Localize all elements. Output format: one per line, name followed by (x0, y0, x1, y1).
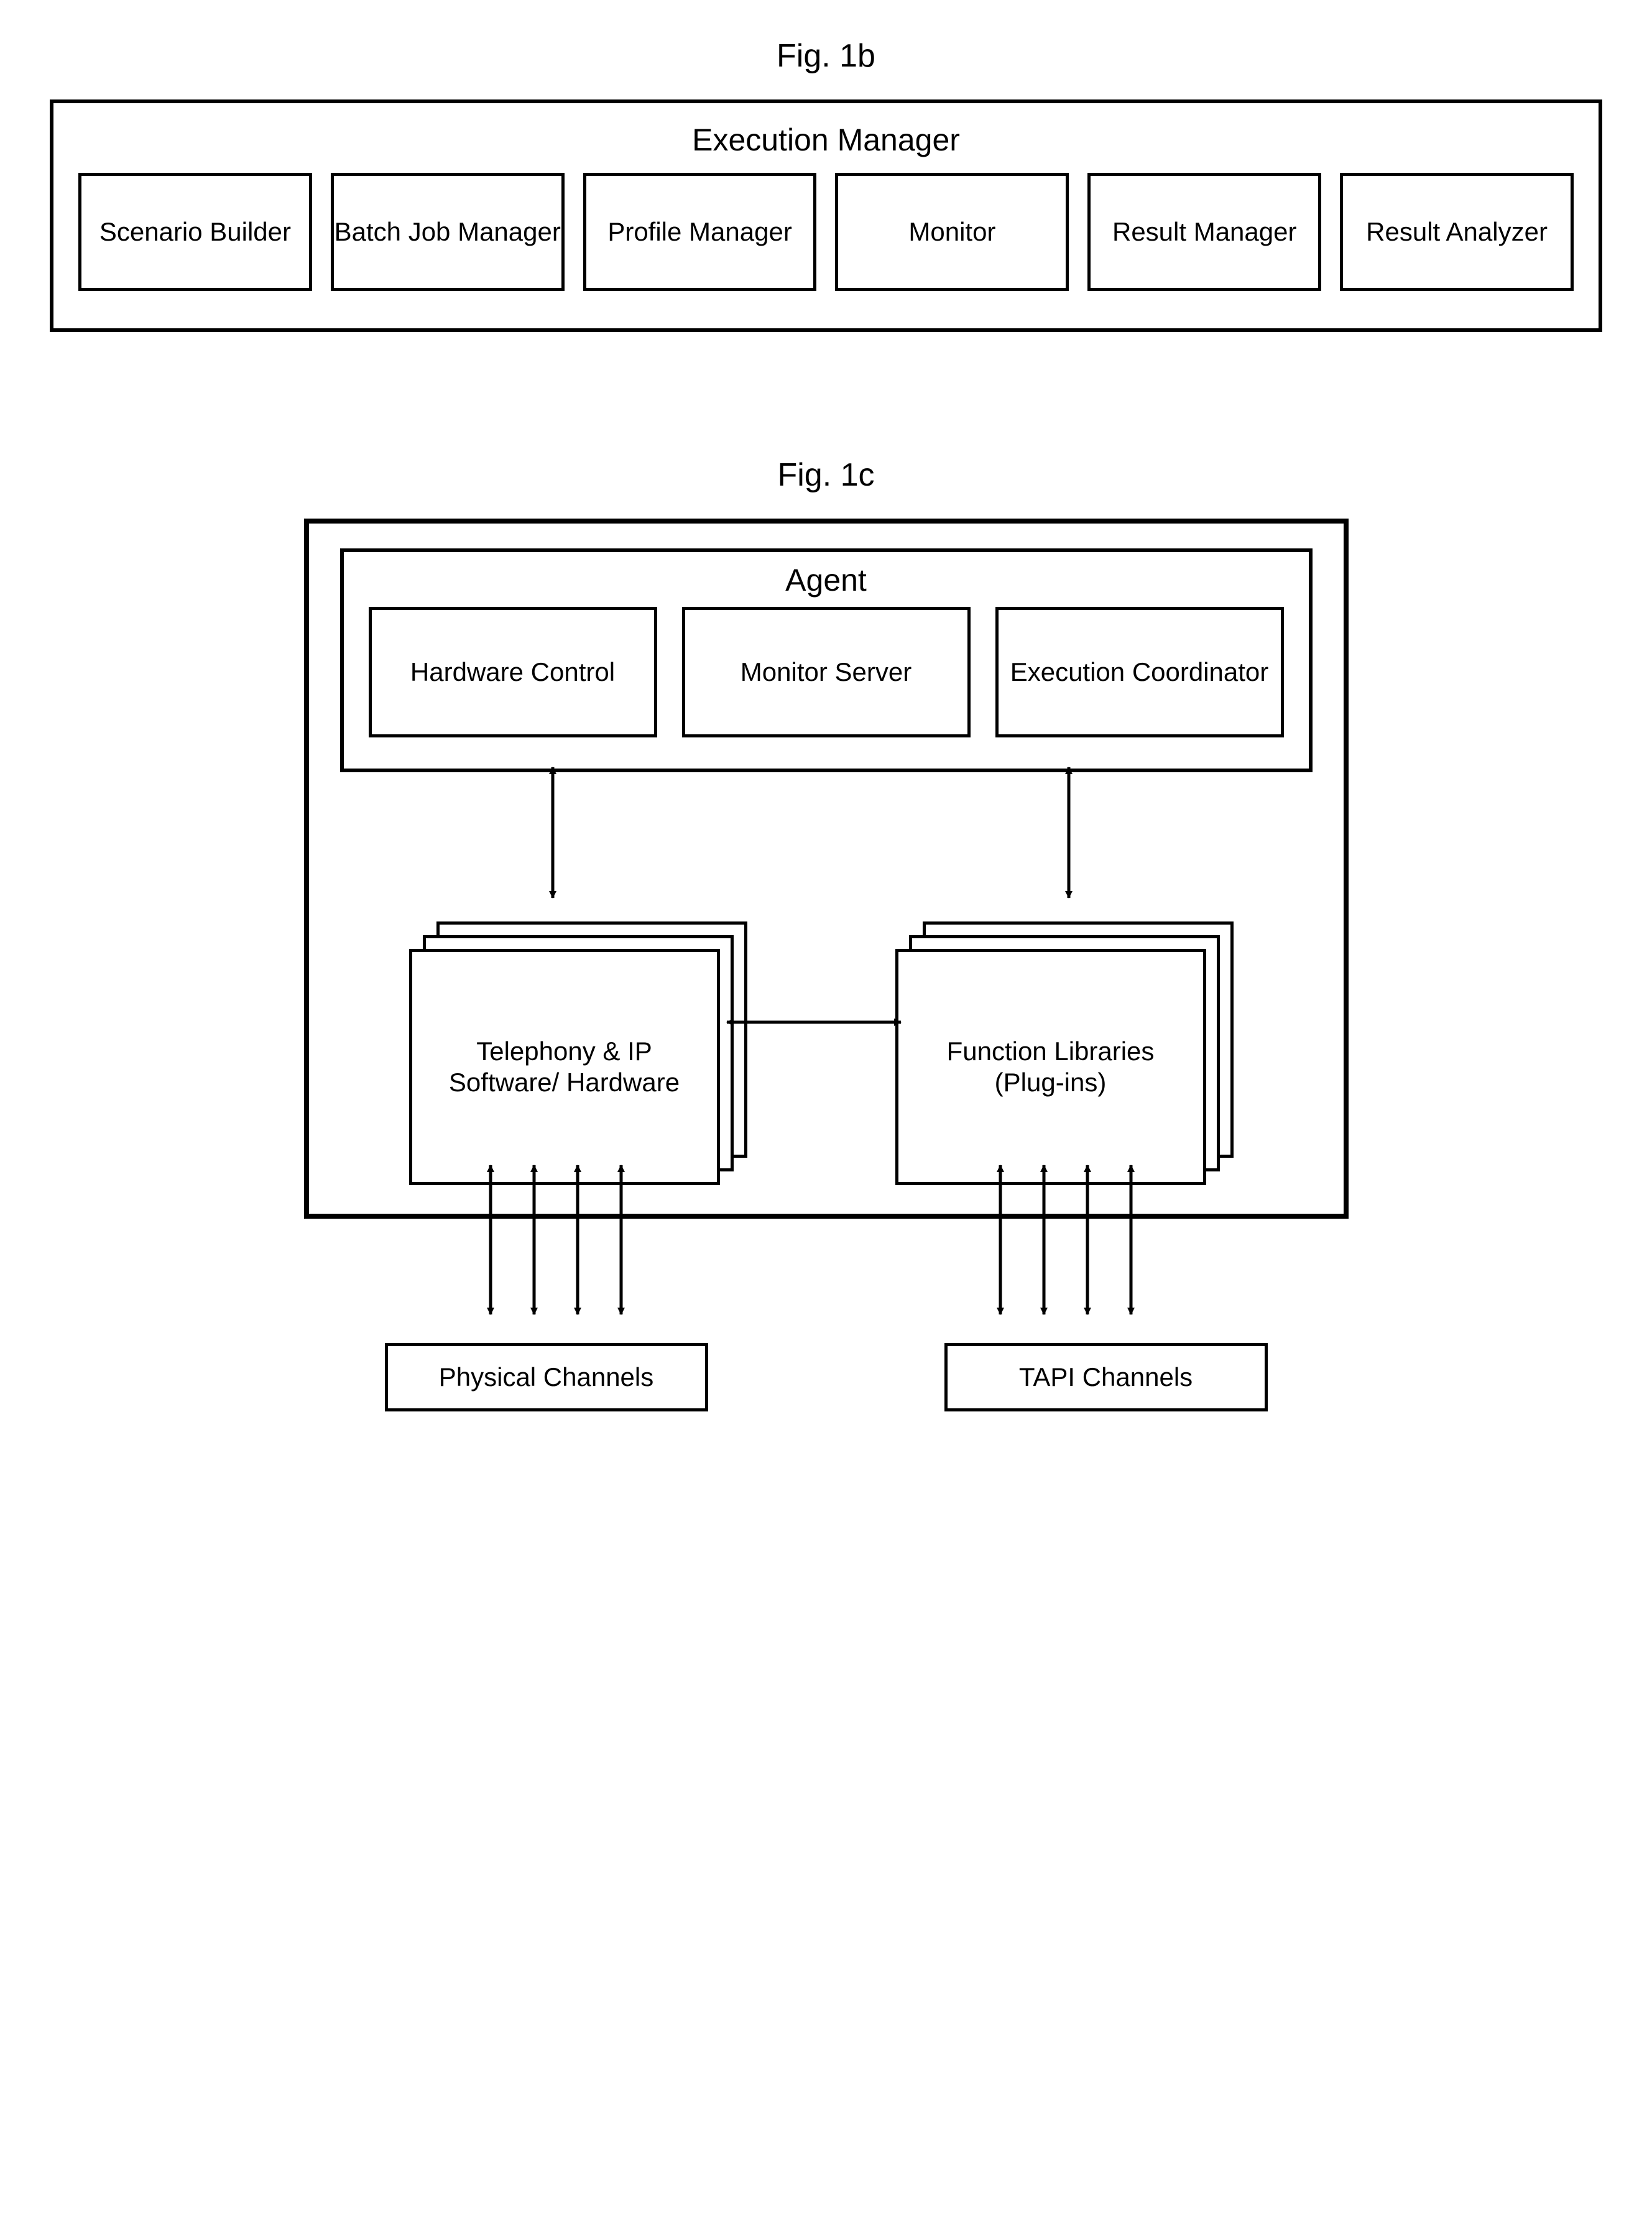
telephony-card-front: Telephony & IP Software/ Hardware (409, 949, 720, 1185)
agent-row: Hardware Control Monitor Server Executio… (369, 607, 1284, 737)
fig1c-label: Fig. 1c (50, 456, 1602, 494)
agent-box: Agent Hardware Control Monitor Server Ex… (340, 548, 1313, 772)
scenario-builder-box: Scenario Builder (78, 173, 312, 291)
em-row: Scenario Builder Batch Job Manager Profi… (78, 173, 1574, 291)
hardware-control-box: Hardware Control (369, 607, 657, 737)
execution-manager-title: Execution Manager (78, 122, 1574, 158)
fig1b-label: Fig. 1b (50, 37, 1602, 75)
ext-row: Physical Channels TAPI Channels (304, 1343, 1349, 1411)
monitor-box: Monitor (835, 173, 1069, 291)
fig1b-container: Execution Manager Scenario Builder Batch… (50, 99, 1602, 332)
function-libraries-stack: Function Libraries (Plug-ins) (895, 921, 1244, 1183)
batch-job-manager-box: Batch Job Manager (331, 173, 565, 291)
physical-channels-box: Physical Channels (385, 1343, 708, 1411)
monitor-server-box: Monitor Server (682, 607, 971, 737)
tapi-channels-box: TAPI Channels (944, 1343, 1268, 1411)
profile-manager-box: Profile Manager (583, 173, 817, 291)
fig1c-outer: Agent Hardware Control Monitor Server Ex… (304, 519, 1349, 1411)
agent-title: Agent (369, 562, 1284, 598)
result-analyzer-box: Result Analyzer (1340, 173, 1574, 291)
funclib-card-front: Function Libraries (Plug-ins) (895, 949, 1206, 1185)
result-manager-box: Result Manager (1087, 173, 1321, 291)
mid-row: Telephony & IP Software/ Hardware Functi… (340, 921, 1313, 1183)
fig1c-frame: Agent Hardware Control Monitor Server Ex… (304, 519, 1349, 1219)
telephony-stack: Telephony & IP Software/ Hardware (409, 921, 757, 1183)
execution-coordinator-box: Execution Coordinator (995, 607, 1284, 737)
